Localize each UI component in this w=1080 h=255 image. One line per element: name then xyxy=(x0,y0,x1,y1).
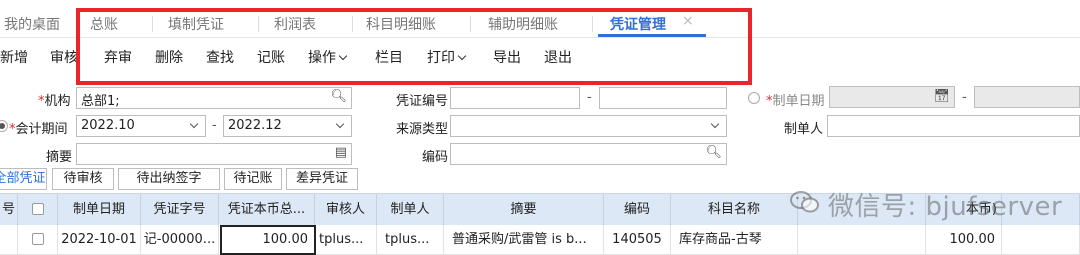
col-header-select[interactable] xyxy=(18,194,58,225)
search-icon[interactable]: 🔍︎ xyxy=(330,89,347,104)
cell-summary: 普通采购/武雷管 is b... xyxy=(444,225,604,255)
cell-no xyxy=(0,225,18,255)
range-dash: - xyxy=(962,90,967,105)
tab-separator xyxy=(470,16,471,32)
tab-aux-detail-ledger[interactable]: 辅助明细账 xyxy=(488,14,558,34)
find-button[interactable]: 查找 xyxy=(206,47,234,67)
select-all-checkbox[interactable] xyxy=(32,203,44,215)
tab-voucher-management[interactable]: 凭证管理 xyxy=(610,14,666,34)
post-button[interactable]: 记账 xyxy=(257,47,285,67)
range-dash: - xyxy=(212,118,217,133)
tab-separator xyxy=(352,16,353,32)
table-row[interactable]: 2022-10-01 记-00000... 100.00 tplus... tp… xyxy=(0,225,1080,255)
create-date-from-input[interactable]: 📅︎ xyxy=(829,86,955,108)
source-type-label: 来源类型 xyxy=(396,122,449,137)
cell-hidden xyxy=(798,225,926,255)
col-header-code[interactable]: 编码 xyxy=(604,194,671,225)
chevron-down-icon xyxy=(335,119,345,129)
col-header-voucher-no[interactable]: 凭证字号 xyxy=(141,194,219,225)
col-header-subject-name[interactable]: 科目名称 xyxy=(671,194,798,225)
tab-subject-detail-ledger[interactable]: 科目明细账 xyxy=(366,14,436,34)
chevron-down-icon xyxy=(189,119,199,129)
print-menu-label: 打印 xyxy=(427,50,455,66)
code-field[interactable]: 🔍︎ xyxy=(450,143,727,165)
col-header-local-total[interactable]: 凭证本币总... xyxy=(219,194,315,225)
period-to-select[interactable]: 2022.12 xyxy=(223,115,352,137)
col-header-auditor[interactable]: 审核人 xyxy=(315,194,377,225)
tab-bar: 我的桌面 总账 填制凭证 利润表 科目明细账 辅助明细账 凭证管理 × xyxy=(0,0,1080,38)
tab-income-statement[interactable]: 利润表 xyxy=(274,14,316,34)
cell-local-total[interactable]: 100.00 xyxy=(219,225,315,255)
delete-button[interactable]: 删除 xyxy=(155,47,183,67)
active-tab-indicator xyxy=(598,34,706,37)
cell-code: 140505 xyxy=(604,225,671,255)
tab-separator xyxy=(258,16,259,32)
period-from-select[interactable]: 2022.10 xyxy=(76,115,206,137)
filter-tab-pending-audit[interactable]: 待审核 xyxy=(52,168,114,190)
col-header-no[interactable]: 号 xyxy=(0,194,18,225)
row-checkbox[interactable] xyxy=(32,233,44,245)
add-button[interactable]: 新增 xyxy=(0,47,28,67)
col-header-summary[interactable]: 摘要 xyxy=(444,194,604,225)
tab-my-desktop[interactable]: 我的桌面 xyxy=(4,14,60,34)
close-icon[interactable]: × xyxy=(682,13,694,29)
wechat-icon xyxy=(790,191,819,213)
col-header-create-date[interactable]: 制单日期 xyxy=(58,194,141,225)
cell-subject-name: 库存商品-古琴 xyxy=(671,225,798,255)
exit-button[interactable]: 退出 xyxy=(544,47,572,67)
tab-fill-voucher[interactable]: 填制凭证 xyxy=(168,14,224,34)
cell-extra xyxy=(1002,225,1080,255)
col-header-maker[interactable]: 制单人 xyxy=(377,194,444,225)
cell-select[interactable] xyxy=(18,225,58,255)
summary-field[interactable]: ▤ xyxy=(76,143,352,165)
chevron-down-icon xyxy=(457,51,467,61)
filter-tab-variance-vouchers[interactable]: 差异凭证 xyxy=(286,168,358,190)
cell-voucher-no[interactable]: 记-00000... xyxy=(141,225,219,255)
maker-input[interactable] xyxy=(827,115,1080,137)
filter-tab-pending-cashier-sign[interactable]: 待出纳签字 xyxy=(118,168,220,190)
create-date-label: *制单日期 xyxy=(766,94,825,109)
watermark-text: 微信号: bjufserver xyxy=(828,192,1063,222)
org-label: *机构 xyxy=(38,94,71,109)
audit-button[interactable]: 审核 xyxy=(50,47,78,67)
chevron-down-icon xyxy=(710,119,720,129)
filter-tab-pending-post[interactable]: 待记账 xyxy=(224,168,282,190)
voucher-no-to-input[interactable] xyxy=(599,87,727,109)
cell-local-currency: 100.00 xyxy=(926,225,1002,255)
cell-create-date: 2022-10-01 xyxy=(58,225,141,255)
operate-menu-button[interactable]: 操作 xyxy=(308,47,348,67)
period-to-value: 2022.12 xyxy=(228,118,282,133)
source-type-select[interactable] xyxy=(450,115,727,137)
create-date-radio[interactable] xyxy=(748,92,760,104)
search-icon[interactable]: 🔍︎ xyxy=(705,145,722,160)
tab-separator xyxy=(152,16,153,32)
cell-maker: tplus... xyxy=(377,225,444,255)
chevron-down-icon xyxy=(338,51,348,61)
period-from-value: 2022.10 xyxy=(81,118,135,133)
print-menu-button[interactable]: 打印 xyxy=(427,47,467,67)
org-value: 总部1; xyxy=(81,94,120,109)
maker-label: 制单人 xyxy=(784,122,824,137)
operate-menu-label: 操作 xyxy=(308,50,336,66)
cell-auditor: tplus... xyxy=(315,225,377,255)
period-radio[interactable] xyxy=(0,120,8,132)
org-field[interactable]: 总部1; 🔍︎ xyxy=(76,87,352,109)
tab-general-ledger[interactable]: 总账 xyxy=(90,14,118,34)
list-picker-icon[interactable]: ▤ xyxy=(335,145,347,160)
create-date-to-input[interactable] xyxy=(974,86,1080,108)
tab-separator xyxy=(592,16,593,32)
summary-label: 摘要 xyxy=(46,150,73,165)
calendar-icon[interactable]: 📅︎ xyxy=(933,89,950,104)
period-label: *会计期间 xyxy=(9,122,68,137)
columns-button[interactable]: 栏目 xyxy=(375,47,403,67)
voucher-no-from-input[interactable] xyxy=(450,87,580,109)
export-button[interactable]: 导出 xyxy=(493,47,521,67)
voucher-no-label: 凭证编号 xyxy=(396,94,449,109)
filter-tab-all-vouchers[interactable]: 全部凭证 xyxy=(0,168,47,190)
unaudit-button[interactable]: 弃审 xyxy=(104,47,132,67)
toolbar: 新增 审核 弃审 删除 查找 记账 操作 栏目 打印 导出 退出 xyxy=(0,38,1080,74)
range-dash: - xyxy=(587,90,592,105)
code-label: 编码 xyxy=(422,150,449,165)
tab-separator xyxy=(76,16,77,32)
